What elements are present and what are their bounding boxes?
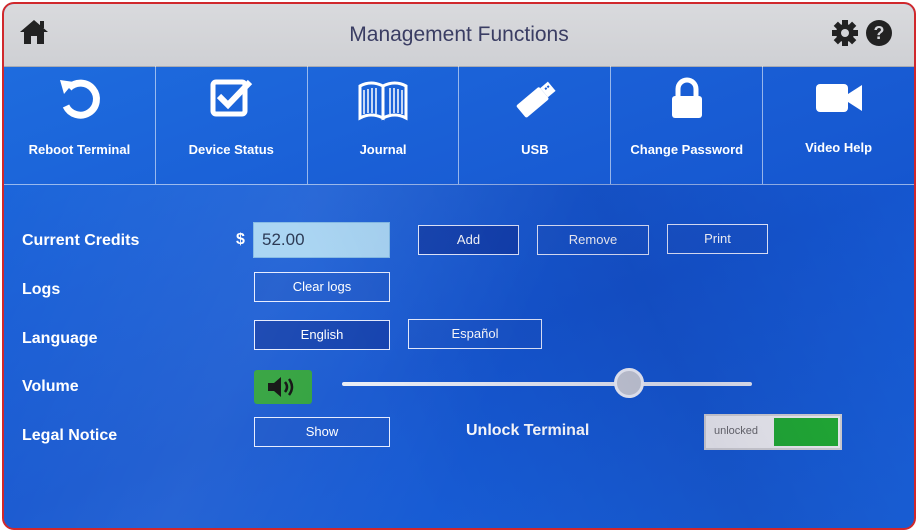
show-legal-notice-button[interactable]: Show — [254, 417, 390, 447]
help-icon[interactable]: ? — [864, 18, 894, 48]
journal-button[interactable]: Journal — [308, 66, 460, 184]
logs-label: Logs — [22, 281, 61, 298]
currency-symbol: $ — [236, 231, 245, 248]
reboot-terminal-button[interactable]: Reboot Terminal — [4, 66, 156, 184]
toolbar-label: Change Password — [630, 142, 744, 157]
print-credits-button[interactable]: Print — [667, 224, 768, 254]
video-help-button[interactable]: Video Help — [763, 66, 914, 184]
toolbar: Reboot Terminal Device Status Journal US… — [4, 66, 914, 185]
volume-mute-button[interactable] — [254, 370, 312, 404]
toolbar-label: Device Status — [188, 142, 274, 157]
language-option-spanish[interactable]: Español — [408, 319, 542, 349]
toggle-knob — [774, 418, 838, 446]
add-credits-button[interactable]: Add — [418, 225, 519, 255]
lock-icon — [671, 77, 702, 118]
toolbar-label: Reboot Terminal — [28, 142, 131, 157]
language-option-english[interactable]: English — [254, 320, 390, 350]
current-credits-label: Current Credits — [22, 232, 140, 249]
change-password-button[interactable]: Change Password — [611, 66, 764, 184]
speaker-icon — [268, 377, 294, 397]
device-status-button[interactable]: Device Status — [156, 66, 308, 184]
legal-notice-label: Legal Notice — [22, 427, 118, 444]
usb-drive-icon — [516, 81, 556, 118]
volume-label: Volume — [22, 378, 79, 395]
video-camera-icon — [815, 84, 862, 112]
clear-logs-button[interactable]: Clear logs — [254, 272, 390, 302]
svg-text:?: ? — [874, 23, 885, 43]
unlock-terminal-toggle[interactable]: unlocked — [704, 414, 842, 450]
remove-credits-button[interactable]: Remove — [537, 225, 649, 255]
book-icon — [358, 81, 408, 121]
toolbar-label: USB — [521, 142, 549, 157]
toolbar-label: Video Help — [805, 140, 873, 155]
checkbox-icon — [210, 79, 253, 117]
volume-slider-track[interactable] — [342, 382, 752, 386]
usb-button[interactable]: USB — [459, 66, 612, 184]
unlock-terminal-label: Unlock Terminal — [466, 422, 590, 439]
toggle-state-text: unlocked — [714, 425, 759, 437]
volume-slider-thumb[interactable] — [614, 368, 644, 398]
page-title: Management Functions — [349, 23, 569, 46]
language-label: Language — [22, 330, 98, 347]
gear-icon[interactable] — [830, 18, 860, 48]
app-frame: Management Functions ? Reboot Terminal D… — [2, 2, 916, 530]
reboot-icon — [60, 79, 101, 119]
header-bar: Management Functions ? — [4, 4, 914, 67]
credits-input[interactable] — [253, 222, 390, 258]
toolbar-label: Journal — [359, 142, 407, 157]
